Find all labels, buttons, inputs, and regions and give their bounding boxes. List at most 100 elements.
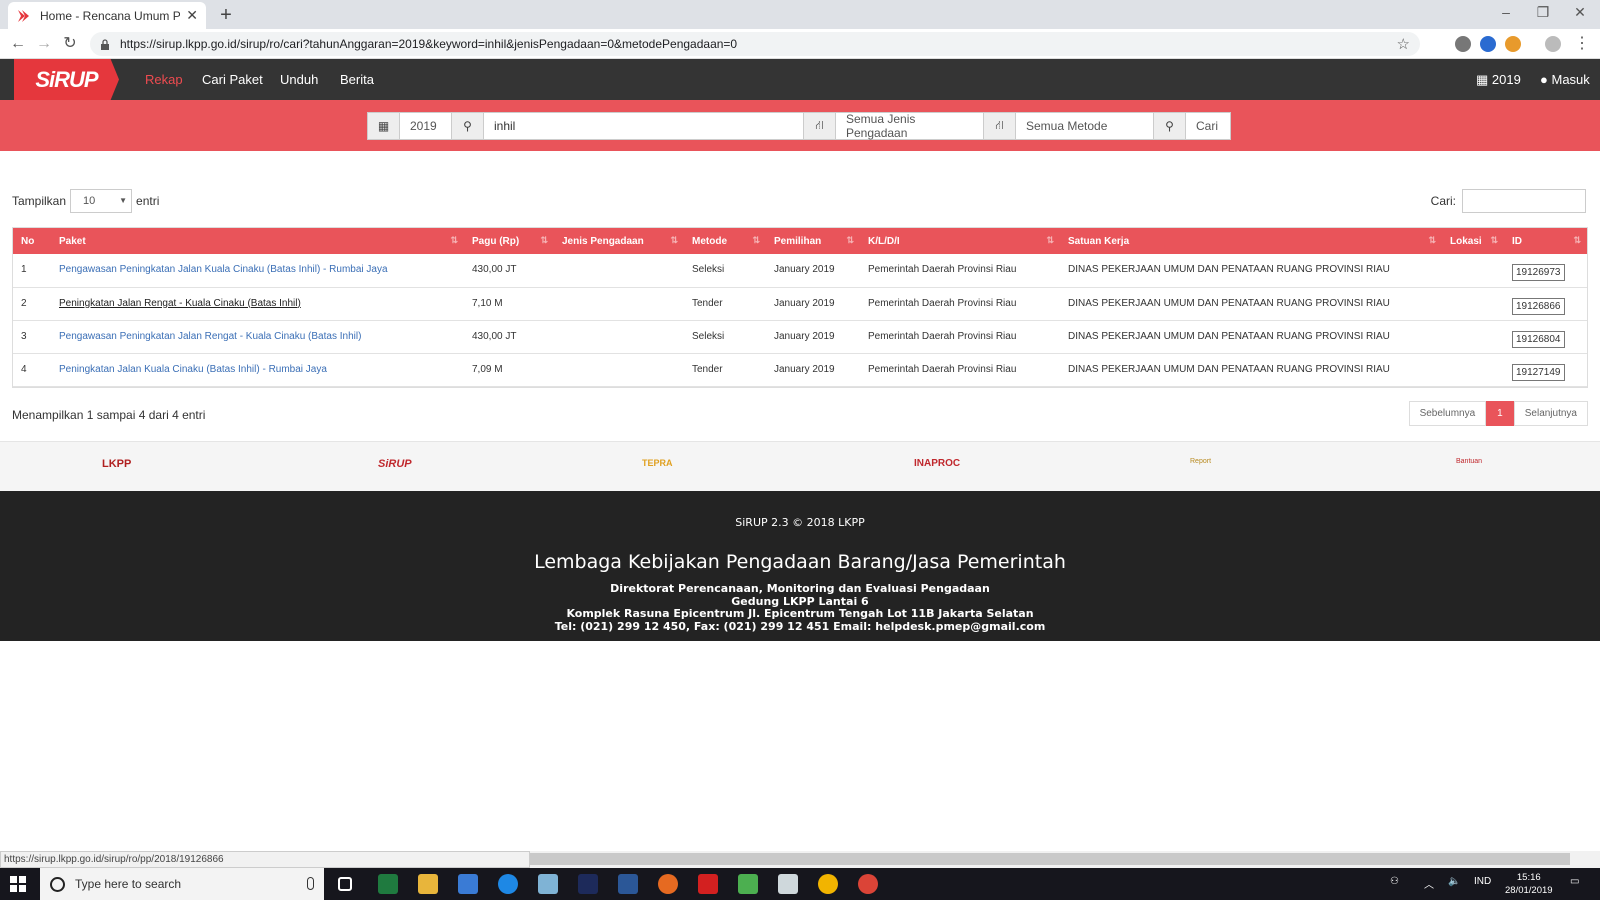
minimize-icon[interactable]: –: [1496, 4, 1516, 20]
app-icon[interactable]: [738, 874, 758, 894]
col-kldi[interactable]: K/L/D/I ⇅: [860, 228, 1060, 254]
restore-icon[interactable]: ❐: [1533, 4, 1553, 21]
cortana-icon: [50, 876, 65, 892]
firefox-icon[interactable]: [658, 874, 678, 894]
nav-cari-paket[interactable]: Cari Paket: [202, 72, 263, 87]
bantuan-logo[interactable]: Bantuan: [1456, 458, 1482, 465]
lkpp-logo[interactable]: LKPP: [102, 458, 131, 470]
reload-icon[interactable]: ↻: [60, 34, 80, 54]
partner-logos: LKPP SiRUP TEPRA INAPROC Report Bantuan: [0, 441, 1600, 491]
sirup-footer-logo[interactable]: SiRUP: [378, 458, 412, 470]
prev-page-button[interactable]: Sebelumnya: [1408, 401, 1487, 426]
extension-icon[interactable]: [1480, 36, 1496, 52]
cell-satker: DINAS PEKERJAAN UMUM DAN PENATAAN RUANG …: [1060, 254, 1442, 288]
profile-avatar[interactable]: [1545, 36, 1561, 52]
word-icon[interactable]: [618, 874, 638, 894]
store-icon[interactable]: [458, 874, 478, 894]
tepra-logo[interactable]: TEPRA: [642, 458, 673, 468]
windows-start-icon[interactable]: [10, 876, 26, 892]
clock-date: 28/01/2019: [1505, 885, 1553, 896]
chevron-up-icon[interactable]: ︿: [1424, 876, 1434, 891]
paket-link[interactable]: Pengawasan Peningkatan Jalan Rengat - Ku…: [59, 331, 361, 342]
app-icon[interactable]: [698, 874, 718, 894]
menu-kebab-icon[interactable]: ⋮: [1572, 34, 1592, 54]
search-submit-button[interactable]: Cari: [1186, 113, 1230, 139]
col-paket[interactable]: Paket ⇅: [51, 228, 464, 254]
col-jenis[interactable]: Jenis Pengadaan ⇅: [554, 228, 684, 254]
globe-extension-icon[interactable]: [1455, 36, 1471, 52]
horizontal-scrollbar-thumb[interactable]: [530, 853, 1570, 865]
task-view-icon[interactable]: [338, 877, 352, 891]
nav-unduh[interactable]: Unduh: [280, 72, 318, 87]
page-1-button[interactable]: 1: [1486, 401, 1514, 426]
col-pagu[interactable]: Pagu (Rp) ⇅: [464, 228, 554, 254]
col-no[interactable]: No: [13, 228, 51, 254]
nav-berita[interactable]: Berita: [340, 72, 374, 87]
paket-link[interactable]: Pengawasan Peningkatan Jalan Kuala Cinak…: [59, 264, 388, 275]
excel-icon[interactable]: [378, 874, 398, 894]
login-link[interactable]: ● Masuk: [1540, 72, 1590, 87]
year-input[interactable]: 2019: [400, 113, 452, 139]
user-icon: ●: [1540, 72, 1548, 87]
inaproc-logo[interactable]: INAPROC: [914, 458, 960, 469]
metode-select[interactable]: Semua Metode: [1016, 113, 1154, 139]
table-header-row: No Paket ⇅ Pagu (Rp) ⇅ Jenis Pengadaan ⇅ Me…: [13, 228, 1587, 254]
paket-link[interactable]: Peningkatan Jalan Rengat - Kuala Cinaku …: [59, 298, 301, 309]
app-icon[interactable]: [778, 874, 798, 894]
chevron-down-icon: ▼: [119, 196, 128, 205]
browser-tab[interactable]: Home - Rencana Umum Pengadaan ✕: [8, 2, 206, 29]
sirup-logo[interactable]: SiRUP: [14, 59, 119, 100]
forward-icon[interactable]: →: [34, 34, 54, 54]
cell-pagu: 430,00 JT: [464, 254, 554, 288]
back-icon[interactable]: ←: [8, 34, 28, 54]
cell-satker: DINAS PEKERJAAN UMUM DAN PENATAAN RUANG …: [1060, 287, 1442, 321]
cell-metode: Tender: [684, 287, 766, 321]
report-logo[interactable]: Report: [1190, 458, 1211, 465]
col-lokasi[interactable]: Lokasi ⇅: [1442, 228, 1504, 254]
taskbar-search[interactable]: Type here to search: [40, 868, 324, 900]
taskbar-clock[interactable]: 15:16 28/01/2019: [1505, 871, 1553, 897]
table-search-input[interactable]: [1462, 189, 1586, 213]
next-page-button[interactable]: Selanjutnya: [1513, 401, 1588, 426]
sort-icon: ⇅: [1046, 235, 1054, 245]
people-icon[interactable]: ⚇: [1390, 876, 1399, 887]
file-explorer-icon[interactable]: [418, 874, 438, 894]
paket-link[interactable]: Peningkatan Jalan Kuala Cinaku (Batas In…: [59, 364, 327, 375]
login-label: Masuk: [1551, 72, 1590, 87]
col-pemilihan[interactable]: Pemilihan ⇅: [766, 228, 860, 254]
close-window-icon[interactable]: ✕: [1570, 4, 1590, 21]
cell-no: 2: [13, 287, 51, 321]
page-length-select[interactable]: 10 ▼: [70, 189, 133, 213]
notifications-icon[interactable]: ▭: [1570, 876, 1579, 887]
keyword-input[interactable]: inhil: [484, 113, 804, 139]
id-badge: 19126866: [1512, 297, 1565, 315]
jenis-pengadaan-select[interactable]: Semua Jenis Pengadaan: [836, 112, 984, 140]
address-bar[interactable]: https://sirup.lkpp.go.id/sirup/ro/cari?t…: [90, 32, 1420, 56]
cell-lokasi: [1442, 287, 1504, 321]
table-row: 1 Pengawasan Peningkatan Jalan Kuala Cin…: [13, 254, 1587, 288]
entries-label: entri: [136, 194, 160, 208]
cell-pemilihan: January 2019: [766, 320, 860, 354]
col-id[interactable]: ID ⇅: [1504, 228, 1587, 254]
cell-id: 19126804: [1504, 320, 1587, 354]
chrome-active-icon[interactable]: [858, 874, 878, 894]
close-tab-icon[interactable]: ✕: [186, 7, 198, 24]
volume-icon[interactable]: 🔈: [1448, 876, 1460, 887]
new-tab-button[interactable]: +: [216, 4, 236, 27]
nav-rekap[interactable]: Rekap: [145, 72, 183, 87]
year-menu[interactable]: ▦ 2019: [1476, 72, 1521, 88]
table-search-label: Cari:: [1430, 194, 1456, 208]
extension-icon[interactable]: [1505, 36, 1521, 52]
bookmark-star-icon[interactable]: ☆: [1397, 35, 1410, 53]
language-indicator[interactable]: IND: [1474, 876, 1491, 887]
chrome-icon[interactable]: [818, 874, 838, 894]
cell-paket: Peningkatan Jalan Kuala Cinaku (Batas In…: [51, 353, 464, 387]
app-icon[interactable]: [538, 874, 558, 894]
microphone-icon[interactable]: [307, 877, 314, 890]
edge-icon[interactable]: [498, 874, 518, 894]
col-satker[interactable]: Satuan Kerja ⇅: [1060, 228, 1442, 254]
search-icon[interactable]: ⚲: [1154, 113, 1186, 139]
table-search-control: Cari:: [1431, 189, 1586, 213]
photoshop-icon[interactable]: [578, 874, 598, 894]
col-metode[interactable]: Metode ⇅: [684, 228, 766, 254]
